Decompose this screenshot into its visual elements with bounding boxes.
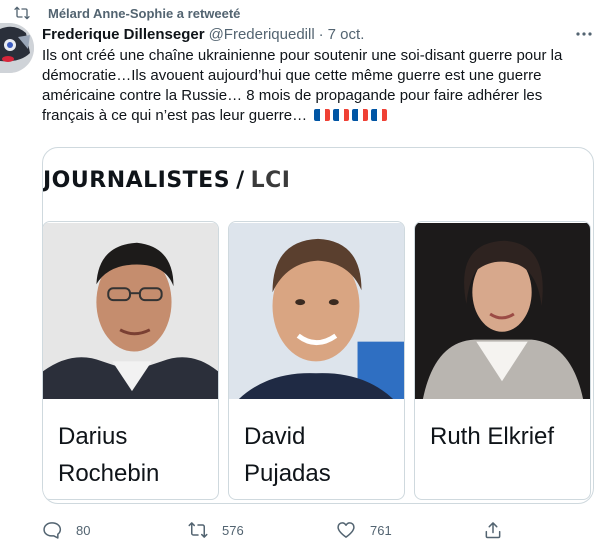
france-flag-icon xyxy=(352,109,369,121)
journalist-photo-2 xyxy=(229,223,404,399)
journalist-card-3: Ruth Elkrief xyxy=(414,221,591,500)
journalist-name-line1: Darius xyxy=(58,423,128,450)
card-title-text: JOURNALISTES xyxy=(43,167,231,193)
france-flag-icon xyxy=(333,109,350,121)
flag-emojis xyxy=(314,109,388,121)
journalist-name-3: Ruth Elkrief xyxy=(430,418,554,455)
avatar[interactable] xyxy=(0,23,34,73)
tweet-header: Frederique Dillenseger @Frederiquedill ·… xyxy=(42,24,364,44)
like-count: 761 xyxy=(370,522,392,538)
avatar-image xyxy=(0,23,34,73)
like-button[interactable]: 761 xyxy=(336,516,392,544)
reply-count: 80 xyxy=(76,522,91,538)
retweet-button[interactable]: 576 xyxy=(188,516,244,544)
journalist-card-2: David Pujadas xyxy=(228,221,405,500)
retweet-header: Mélard Anne-Sophie a retweeté xyxy=(14,4,240,22)
more-options-icon[interactable] xyxy=(574,26,594,42)
retweet-count: 576 xyxy=(222,522,244,538)
retweet-label[interactable]: Mélard Anne-Sophie a retweeté xyxy=(48,6,240,21)
action-bar: 80 576 761 xyxy=(42,516,594,544)
journalist-name-line2: Rochebin xyxy=(58,460,160,487)
journalist-name-line1: David xyxy=(244,423,306,450)
france-flag-icon xyxy=(371,109,388,121)
journalist-card-1: Darius Rochebin xyxy=(43,221,219,500)
tweet-date[interactable]: 7 oct. xyxy=(328,26,365,43)
media-card[interactable]: JOURNALISTES / LCI Darius Rochebin David… xyxy=(42,147,594,504)
share-icon xyxy=(485,522,501,539)
france-flag-icon xyxy=(314,109,331,121)
card-title-slash: / xyxy=(236,167,245,193)
retweet-icon xyxy=(188,522,208,538)
author-name[interactable]: Frederique Dillenseger xyxy=(42,26,205,43)
journalist-name-line1: Ruth Elkrief xyxy=(430,423,555,450)
journalist-name-2: David Pujadas xyxy=(244,418,331,492)
tweet-text-block: Ils ont créé une chaîne ukrainienne pour… xyxy=(42,46,582,126)
journalist-name-1: Darius Rochebin xyxy=(58,418,159,492)
reply-icon xyxy=(43,522,62,539)
share-button[interactable] xyxy=(483,516,517,544)
author-handle[interactable]: @Frederiquedill xyxy=(209,26,315,43)
retweet-icon xyxy=(14,6,30,20)
journalist-photo-1 xyxy=(43,223,218,399)
card-title: JOURNALISTES / LCI xyxy=(43,165,290,195)
tweet-text: Ils ont créé une chaîne ukrainienne pour… xyxy=(42,47,563,124)
journalist-name-line2: Pujadas xyxy=(244,460,331,487)
card-brand: LCI xyxy=(250,167,291,193)
reply-button[interactable]: 80 xyxy=(42,516,90,544)
journalist-photo-3 xyxy=(415,223,590,399)
header-separator: · xyxy=(318,25,324,43)
heart-icon xyxy=(337,522,355,538)
